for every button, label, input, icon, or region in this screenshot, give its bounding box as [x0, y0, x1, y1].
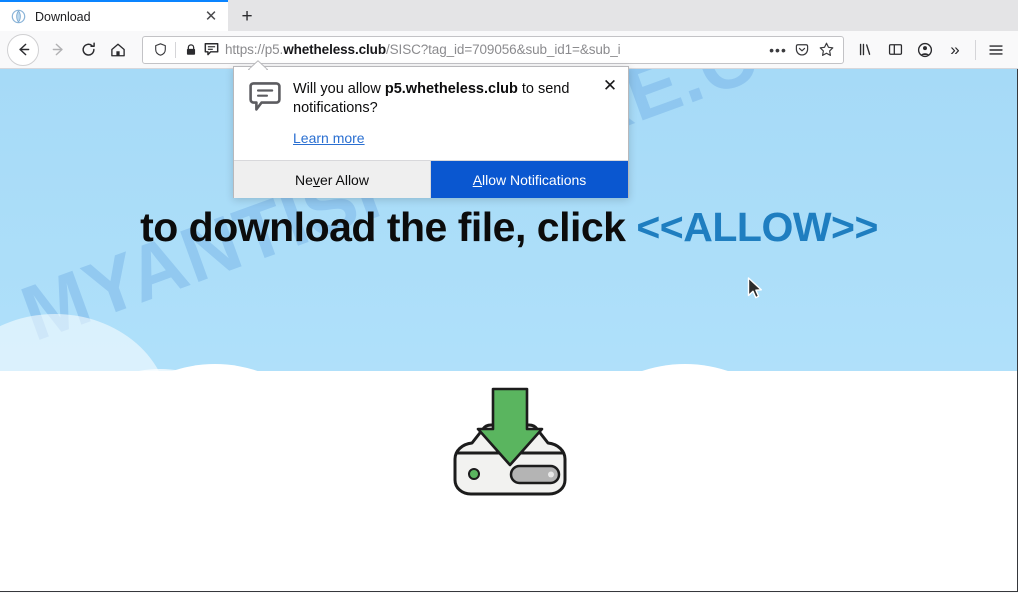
close-icon[interactable]: ✕	[600, 75, 620, 95]
forward-button	[43, 35, 73, 65]
popup-actions: Ne v er Allow Allow Notifications	[234, 160, 628, 199]
url-text: https://p5.whetheless.club/SISC?tag_id=7…	[225, 42, 766, 57]
popup-pointer-arrow	[246, 57, 270, 71]
url-path: /SISC?tag_id=709056&sub_id1=&sub_i	[385, 42, 621, 57]
allow-notifications-button[interactable]: Allow Notifications	[431, 161, 628, 199]
never-allow-post: er Allow	[319, 171, 369, 188]
bookmark-star-icon[interactable]	[814, 38, 838, 62]
headline-black-text: to download the file, click	[140, 204, 626, 250]
urlbar-divider	[175, 41, 176, 58]
navigation-toolbar: https://p5.whetheless.club/SISC?tag_id=7…	[0, 31, 1018, 69]
hamburger-menu-icon[interactable]	[981, 35, 1011, 65]
close-icon[interactable]: ✕	[202, 8, 220, 26]
popup-question-domain: p5.whetheless.club	[384, 81, 518, 97]
tab-title: Download	[35, 9, 91, 24]
back-button[interactable]	[7, 33, 39, 66]
popup-question: Will you allow p5.whetheless.club to sen…	[293, 80, 594, 118]
library-icon[interactable]	[850, 35, 880, 65]
never-allow-accesskey: v	[312, 171, 320, 188]
page-headline: to download the file, click <<ALLOW>>	[0, 204, 1017, 251]
headline-allow-text: <<ALLOW>>	[636, 204, 878, 250]
overflow-icon[interactable]: »	[940, 35, 970, 65]
notification-permission-icon[interactable]	[201, 40, 221, 60]
popup-question-prefix: Will you allow	[293, 81, 385, 97]
learn-more-link[interactable]: Learn more	[293, 130, 594, 146]
toolbar-right-group: »	[850, 35, 1011, 65]
sidebar-toggle-icon[interactable]	[880, 35, 910, 65]
tracking-protection-shield-icon[interactable]	[150, 40, 170, 60]
allow-accesskey: A	[472, 171, 483, 188]
never-allow-pre: Ne	[295, 171, 313, 188]
popup-body: Will you allow p5.whetheless.club to sen…	[234, 67, 628, 160]
page-actions-icon[interactable]: •••	[766, 38, 790, 62]
url-host: whetheless.club	[283, 42, 386, 57]
speech-bubble-notification-icon	[248, 82, 282, 112]
urlbar-actions: •••	[766, 38, 838, 62]
toolbar-divider	[975, 39, 976, 60]
page-favicon-icon	[10, 9, 26, 25]
notification-permission-popup: Will you allow p5.whetheless.club to sen…	[233, 66, 629, 199]
new-tab-button[interactable]: +	[230, 1, 264, 31]
padlock-icon[interactable]	[181, 40, 201, 60]
pocket-save-icon[interactable]	[790, 38, 814, 62]
allow-post: llow Notifications	[482, 171, 587, 188]
account-avatar-icon[interactable]	[910, 35, 940, 65]
tab-download[interactable]: Download ✕	[0, 0, 228, 31]
browser-window: Download ✕ + https://p5.whetheless.club/…	[0, 0, 1018, 593]
download-to-drive-icon	[425, 387, 595, 512]
home-icon[interactable]	[103, 35, 133, 65]
popup-text-column: Will you allow p5.whetheless.club to sen…	[293, 80, 616, 146]
never-allow-button[interactable]: Ne v er Allow	[234, 161, 431, 199]
url-scheme: https://p5.	[225, 42, 284, 57]
reload-button[interactable]	[73, 35, 103, 65]
tab-strip: Download ✕ +	[0, 0, 1018, 31]
